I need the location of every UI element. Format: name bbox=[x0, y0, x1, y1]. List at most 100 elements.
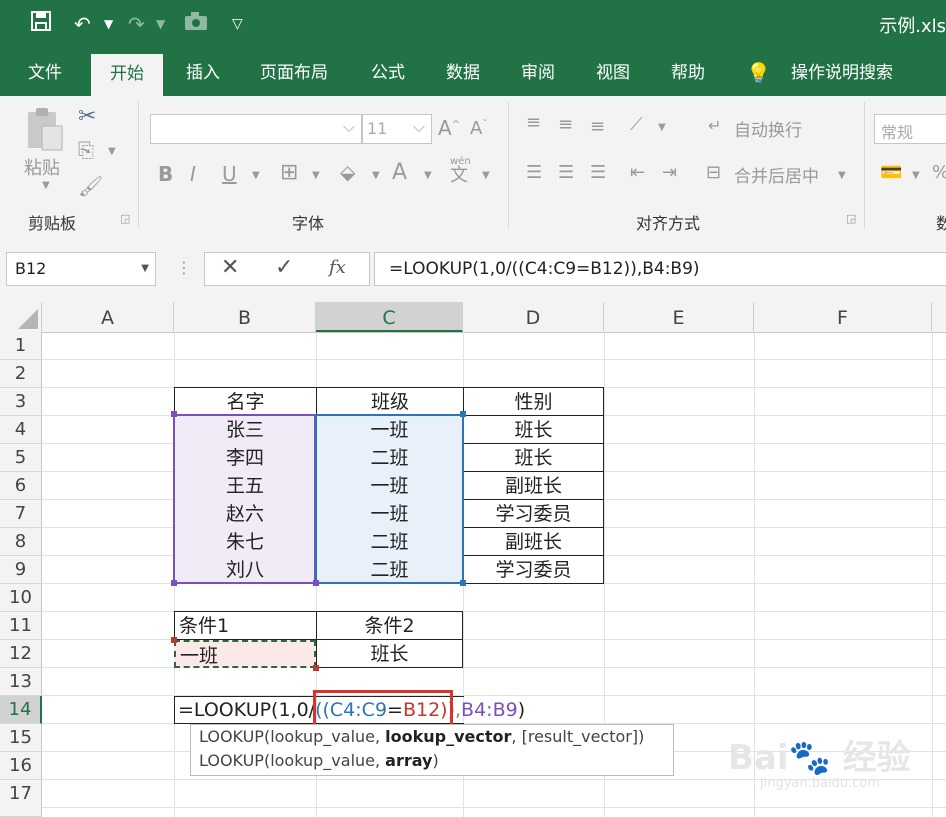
camera-icon[interactable] bbox=[184, 10, 208, 38]
align-center-icon[interactable]: ☰ bbox=[558, 162, 574, 183]
condition1-header[interactable]: 条件1 bbox=[174, 611, 317, 640]
row-header[interactable]: 15 bbox=[0, 724, 42, 752]
row-header[interactable]: 16 bbox=[0, 752, 42, 780]
range-handle[interactable] bbox=[171, 411, 177, 417]
copy-icon[interactable]: ⎘ bbox=[78, 138, 94, 162]
undo-dropdown-icon[interactable]: ▼ bbox=[104, 10, 113, 38]
clipboard-launcher-icon[interactable]: ◲ bbox=[120, 212, 130, 225]
column-header-c[interactable]: C bbox=[316, 302, 463, 332]
condition2-header[interactable]: 条件2 bbox=[316, 611, 463, 640]
undo-icon[interactable]: ↶ bbox=[74, 10, 91, 38]
row-header[interactable]: 3 bbox=[0, 388, 42, 416]
table-cell[interactable]: 副班长 bbox=[463, 527, 604, 556]
alignment-launcher-icon[interactable]: ◲ bbox=[846, 212, 856, 225]
name-box[interactable]: B12 ▼ bbox=[6, 252, 156, 286]
tooltip-line-2[interactable]: LOOKUP(lookup_value, array) bbox=[199, 749, 673, 773]
column-header-b[interactable]: B bbox=[174, 302, 316, 332]
table-cell[interactable]: 学习委员 bbox=[463, 555, 604, 584]
row-header[interactable]: 4 bbox=[0, 416, 42, 444]
range-handle[interactable] bbox=[460, 580, 466, 586]
column-header-f[interactable]: F bbox=[754, 302, 932, 332]
enter-check-icon[interactable]: ✓ bbox=[275, 255, 293, 280]
tab-page-layout[interactable]: 页面布局 bbox=[248, 50, 340, 96]
tab-file[interactable]: 文件 bbox=[14, 50, 76, 96]
cut-icon[interactable]: ✂ bbox=[78, 104, 96, 129]
orientation-dropdown-icon[interactable]: ▼ bbox=[658, 122, 666, 133]
table-header-cell[interactable]: 性别 bbox=[463, 387, 604, 416]
table-header-cell[interactable]: 班级 bbox=[316, 387, 464, 416]
font-size-combo[interactable]: 11 ⌵ bbox=[362, 114, 432, 144]
table-cell[interactable]: 副班长 bbox=[463, 471, 604, 500]
borders-dropdown-icon[interactable]: ▼ bbox=[312, 170, 320, 181]
row-header-active[interactable]: 14 bbox=[0, 696, 42, 724]
italic-button[interactable]: I bbox=[190, 162, 196, 186]
wrap-text-icon[interactable]: ↵ bbox=[708, 116, 721, 135]
tab-insert[interactable]: 插入 bbox=[172, 50, 234, 96]
column-header-e[interactable]: E bbox=[604, 302, 754, 332]
redo-dropdown-icon[interactable]: ▼ bbox=[156, 10, 165, 38]
bottom-align-icon[interactable]: ≡ bbox=[590, 116, 605, 137]
decrease-indent-icon[interactable]: ⇤ bbox=[630, 162, 645, 183]
range-handle[interactable] bbox=[313, 580, 319, 586]
column-header-a[interactable]: A bbox=[42, 302, 174, 332]
font-color-icon[interactable]: A bbox=[392, 160, 407, 185]
paste-icon[interactable] bbox=[24, 106, 64, 157]
tab-review[interactable]: 审阅 bbox=[508, 50, 568, 96]
row-header[interactable]: 11 bbox=[0, 612, 42, 640]
condition1-value[interactable]: 一班 bbox=[174, 640, 316, 668]
cancel-icon[interactable]: ✕ bbox=[221, 255, 239, 280]
align-left-icon[interactable]: ☰ bbox=[526, 162, 542, 183]
tell-me-search[interactable]: 操作说明搜索 bbox=[782, 50, 902, 96]
underline-button[interactable]: U bbox=[222, 162, 237, 186]
orientation-icon[interactable]: ⟋ bbox=[630, 114, 643, 135]
borders-icon[interactable]: ⊞ bbox=[280, 160, 298, 185]
top-align-icon[interactable]: ≡ bbox=[526, 112, 541, 133]
tab-home[interactable]: 开始 bbox=[91, 54, 163, 96]
merge-center-icon[interactable]: ⊟ bbox=[706, 162, 721, 183]
shrink-font-icon[interactable]: Aˇ bbox=[470, 118, 487, 139]
row-header[interactable]: 6 bbox=[0, 472, 42, 500]
wrap-text-button[interactable]: 自动换行 bbox=[734, 116, 802, 141]
table-header-cell[interactable]: 名字 bbox=[174, 387, 317, 416]
bold-button[interactable]: B bbox=[158, 162, 173, 186]
row-header[interactable]: 1 bbox=[0, 332, 42, 360]
row-header[interactable]: 7 bbox=[0, 500, 42, 528]
insert-function-icon[interactable]: fx bbox=[329, 257, 346, 278]
row-header[interactable]: 2 bbox=[0, 360, 42, 388]
copy-dropdown-icon[interactable]: ▼ bbox=[108, 146, 116, 157]
tooltip-line-1[interactable]: LOOKUP(lookup_value, lookup_vector, [res… bbox=[199, 725, 673, 749]
tab-view[interactable]: 视图 bbox=[582, 50, 644, 96]
percent-icon[interactable]: % bbox=[932, 162, 946, 183]
align-right-icon[interactable]: ☰ bbox=[590, 162, 606, 183]
table-cell[interactable]: 班长 bbox=[463, 443, 604, 472]
currency-dropdown-icon[interactable]: ▼ bbox=[912, 170, 920, 181]
merge-center-button[interactable]: 合并后居中 bbox=[734, 162, 819, 187]
name-box-dropdown-icon[interactable]: ▼ bbox=[141, 253, 149, 285]
row-header[interactable]: 10 bbox=[0, 584, 42, 612]
table-cell[interactable]: 学习委员 bbox=[463, 499, 604, 528]
tab-help[interactable]: 帮助 bbox=[658, 50, 718, 96]
row-header[interactable]: 8 bbox=[0, 528, 42, 556]
redo-icon[interactable]: ↷ bbox=[128, 10, 145, 38]
paste-dropdown-icon[interactable]: ▼ bbox=[42, 180, 50, 191]
row-header[interactable]: 9 bbox=[0, 556, 42, 584]
row-header[interactable]: 5 bbox=[0, 444, 42, 472]
grow-font-icon[interactable]: A^ bbox=[438, 116, 460, 140]
save-icon[interactable] bbox=[30, 10, 52, 39]
font-color-dropdown-icon[interactable]: ▼ bbox=[424, 170, 432, 181]
range-handle[interactable] bbox=[313, 665, 319, 671]
table-cell[interactable]: 班长 bbox=[463, 415, 604, 444]
row-header[interactable]: 12 bbox=[0, 640, 42, 668]
fill-color-icon[interactable]: ⬙ bbox=[340, 160, 355, 184]
phonetic-dropdown-icon[interactable]: ▼ bbox=[482, 170, 490, 181]
range-handle[interactable] bbox=[460, 411, 466, 417]
font-name-combo[interactable]: ⌵ bbox=[150, 114, 362, 144]
column-header-d[interactable]: D bbox=[463, 302, 604, 332]
phonetic-guide-icon[interactable]: wén 文 bbox=[450, 156, 471, 185]
select-all-corner[interactable] bbox=[0, 302, 42, 332]
merge-dropdown-icon[interactable]: ▼ bbox=[838, 170, 846, 181]
middle-align-icon[interactable]: ≡ bbox=[558, 114, 573, 135]
underline-dropdown-icon[interactable]: ▼ bbox=[252, 170, 260, 181]
tab-data[interactable]: 数据 bbox=[432, 50, 494, 96]
increase-indent-icon[interactable]: ⇥ bbox=[662, 162, 677, 183]
